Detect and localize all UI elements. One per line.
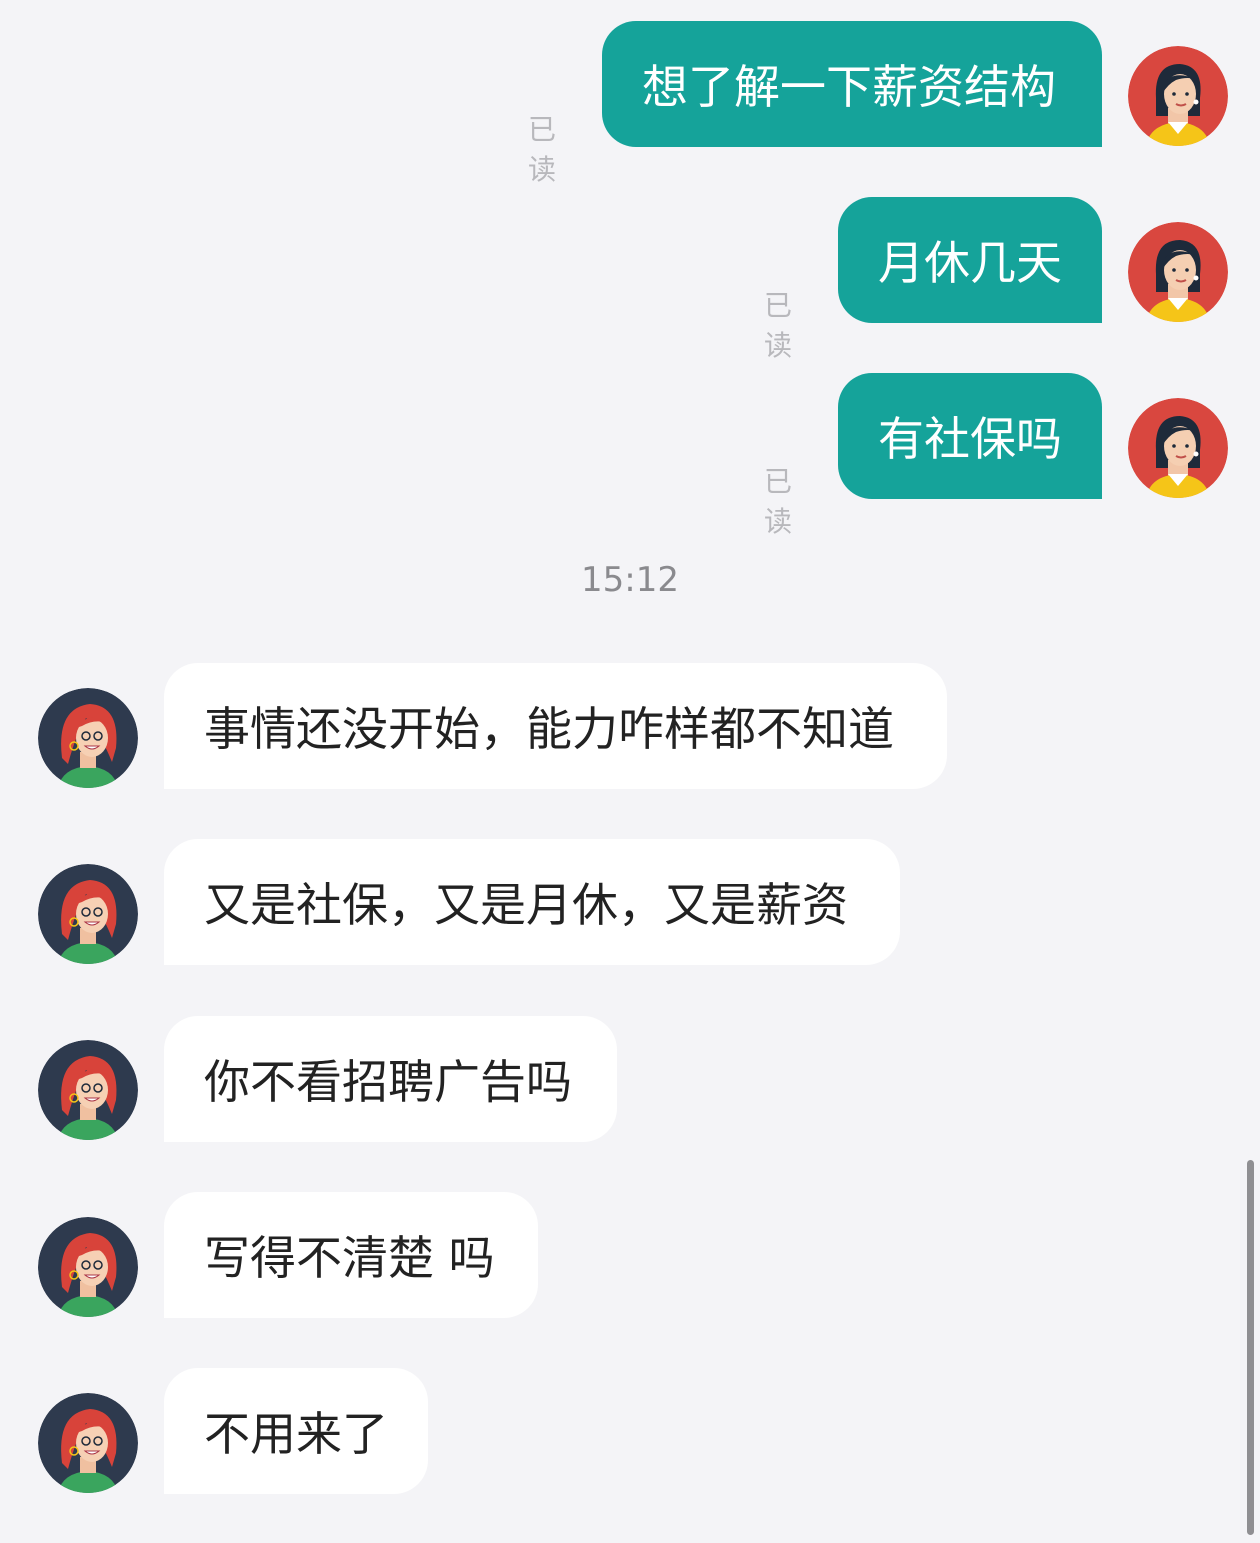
read-receipt: 已读 bbox=[528, 113, 557, 186]
scrollbar[interactable] bbox=[1247, 1160, 1254, 1535]
incoming-bubble[interactable]: 不用来了 bbox=[164, 1368, 428, 1494]
outgoing-bubble[interactable]: 月休几天 bbox=[838, 197, 1102, 323]
read-receipt: 已读 bbox=[764, 465, 793, 538]
incoming-bubble[interactable]: 又是社保，又是月休，又是薪资 bbox=[164, 839, 900, 965]
incoming-bubble[interactable]: 你不看招聘广告吗 bbox=[164, 1016, 617, 1142]
other-avatar-icon[interactable] bbox=[38, 864, 138, 964]
self-avatar-icon[interactable] bbox=[1128, 222, 1228, 322]
other-avatar-icon[interactable] bbox=[38, 688, 138, 788]
other-avatar-icon[interactable] bbox=[38, 1217, 138, 1317]
read-receipt: 已读 bbox=[764, 289, 793, 362]
self-avatar-icon[interactable] bbox=[1128, 46, 1228, 146]
other-avatar-icon[interactable] bbox=[38, 1040, 138, 1140]
outgoing-bubble[interactable]: 有社保吗 bbox=[838, 373, 1102, 499]
message-timestamp: 15:12 bbox=[581, 560, 679, 600]
other-avatar-icon[interactable] bbox=[38, 1393, 138, 1493]
outgoing-bubble[interactable]: 想了解一下薪资结构 bbox=[602, 21, 1102, 147]
incoming-bubble[interactable]: 事情还没开始，能力咋样都不知道 bbox=[164, 663, 947, 789]
incoming-bubble[interactable]: 写得不清楚 吗 bbox=[164, 1192, 538, 1318]
self-avatar-icon[interactable] bbox=[1128, 398, 1228, 498]
